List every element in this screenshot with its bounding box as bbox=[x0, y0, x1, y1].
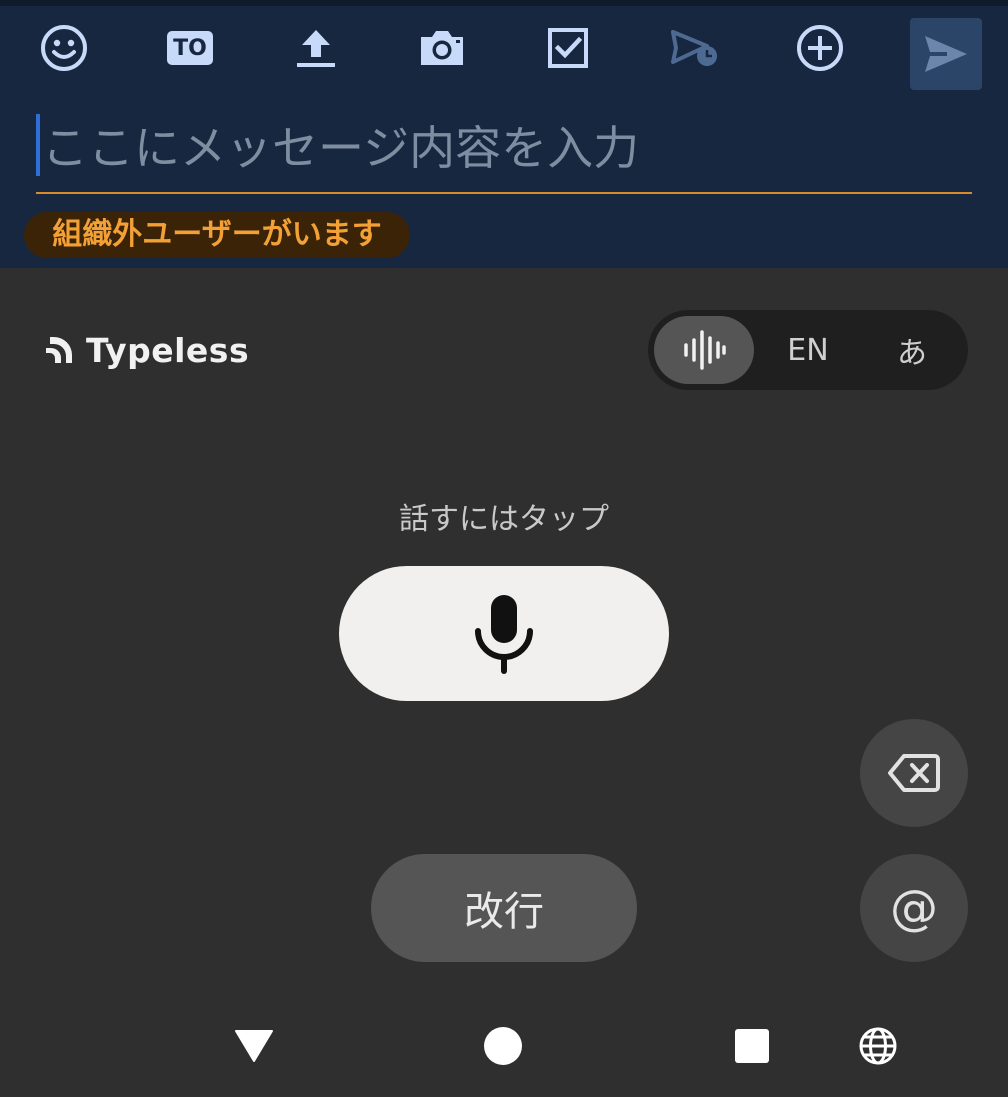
to-label: TO bbox=[173, 35, 207, 61]
message-composer: TO ここにメッセージ内容を入力 組織外ユーザーがいます bbox=[0, 0, 1008, 268]
sound-wave-icon bbox=[684, 330, 726, 370]
backspace-button[interactable] bbox=[860, 719, 968, 827]
at-sign-label: @ bbox=[890, 880, 938, 936]
external-user-warning-badge: 組織外ユーザーがいます bbox=[24, 212, 410, 258]
nav-home-button[interactable] bbox=[473, 1022, 533, 1070]
composer-toolbar: TO bbox=[0, 12, 1008, 92]
keyboard-brand: Typeless bbox=[44, 330, 249, 370]
emoji-button[interactable] bbox=[36, 20, 92, 76]
send-icon bbox=[925, 36, 967, 72]
at-sign-button[interactable]: @ bbox=[860, 854, 968, 962]
camera-icon bbox=[421, 31, 463, 65]
newline-button[interactable]: 改行 bbox=[371, 854, 637, 962]
english-mode-option[interactable]: EN bbox=[758, 316, 858, 384]
square-icon bbox=[735, 1029, 769, 1063]
nav-language-button[interactable] bbox=[848, 1022, 908, 1070]
system-navigation-bar bbox=[0, 1000, 1008, 1097]
brand-name: Typeless bbox=[86, 330, 250, 370]
tap-to-speak-hint: 話すにはタップ bbox=[399, 502, 609, 537]
plus-circle-icon bbox=[797, 25, 843, 71]
to-button[interactable]: TO bbox=[162, 20, 218, 76]
to-icon: TO bbox=[167, 31, 213, 65]
circle-icon bbox=[484, 1027, 522, 1065]
voice-mode-option[interactable] bbox=[654, 316, 754, 384]
upload-button[interactable] bbox=[288, 20, 344, 76]
camera-button[interactable] bbox=[414, 20, 470, 76]
globe-icon bbox=[859, 1027, 897, 1065]
schedule-send-button[interactable] bbox=[666, 20, 722, 76]
send-button[interactable] bbox=[910, 18, 982, 90]
input-mode-switch: EN あ bbox=[648, 310, 968, 390]
nav-recents-button[interactable] bbox=[722, 1022, 782, 1070]
smiley-icon bbox=[41, 25, 87, 71]
checkbox-icon bbox=[548, 28, 588, 68]
message-input[interactable] bbox=[42, 106, 962, 190]
typeless-logo-icon bbox=[46, 337, 72, 363]
message-input-field[interactable] bbox=[36, 106, 972, 194]
triangle-down-icon bbox=[235, 1030, 273, 1062]
japanese-mode-option[interactable]: あ bbox=[862, 316, 962, 384]
backspace-icon bbox=[888, 754, 940, 792]
scheduled-send-icon bbox=[671, 30, 717, 66]
upload-icon bbox=[297, 30, 335, 67]
text-caret bbox=[36, 114, 40, 176]
nav-back-button[interactable] bbox=[224, 1022, 284, 1070]
task-button[interactable] bbox=[540, 20, 596, 76]
add-button[interactable] bbox=[792, 20, 848, 76]
microphone-icon bbox=[475, 594, 533, 674]
microphone-button[interactable] bbox=[339, 566, 669, 701]
